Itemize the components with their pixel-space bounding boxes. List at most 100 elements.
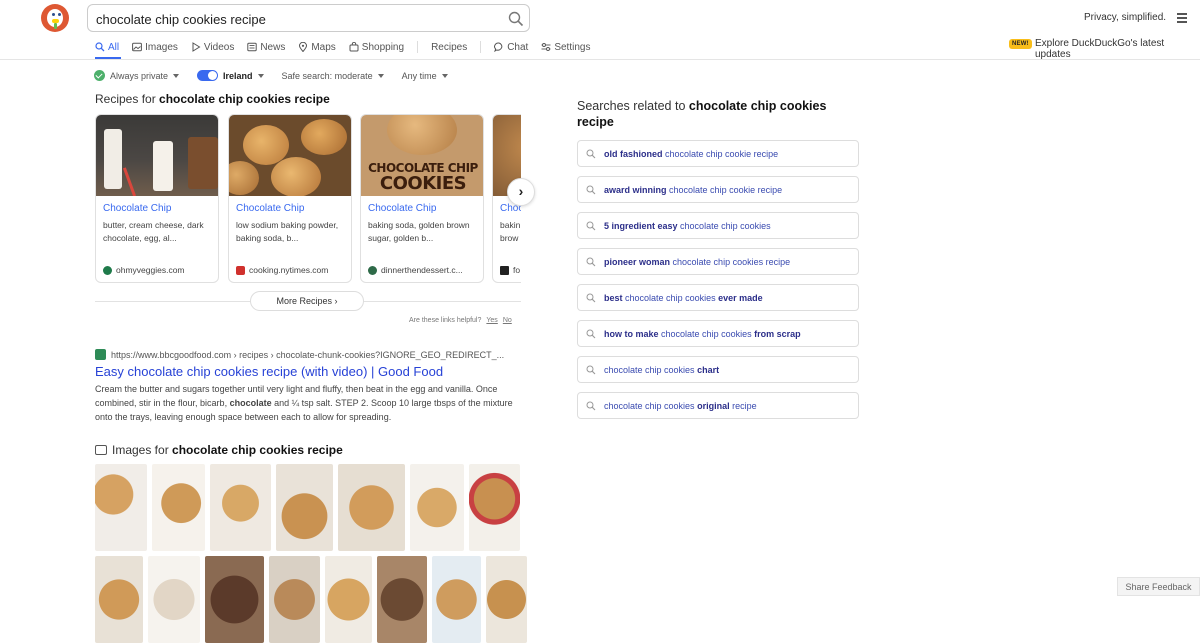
- search-icon: [586, 221, 596, 230]
- recipe-card[interactable]: CHOCOLATE CHIP COOKIES Chocolate Chip ba…: [360, 114, 484, 283]
- image-thumbnail[interactable]: [469, 464, 520, 551]
- site-favicon-icon: [236, 265, 245, 275]
- search-filters: Always private Ireland Safe search: mode…: [94, 70, 466, 81]
- search-icon: [95, 42, 105, 52]
- search-icon: [586, 365, 596, 374]
- image-thumbnail[interactable]: [269, 556, 320, 643]
- related-search-item[interactable]: 5 ingredient easy chocolate chip cookies: [577, 212, 859, 239]
- search-input[interactable]: [96, 9, 496, 29]
- recipes-carousel: Chocolate Chip butter, cream cheese, dar…: [95, 114, 521, 284]
- image-thumbnail[interactable]: [152, 464, 205, 551]
- related-search-item[interactable]: pioneer woman chocolate chip cookies rec…: [577, 248, 859, 275]
- image-thumbnail[interactable]: [338, 464, 405, 551]
- image-thumbnail[interactable]: [410, 464, 464, 551]
- tab-recipes[interactable]: Recipes: [431, 40, 467, 54]
- yes-link[interactable]: Yes: [486, 317, 497, 324]
- image-thumbnail[interactable]: [95, 556, 143, 643]
- image-grid-row: [95, 556, 532, 643]
- play-icon: [192, 42, 201, 52]
- tab-chat[interactable]: Chat: [494, 40, 528, 54]
- always-private-dropdown[interactable]: Always private: [94, 70, 180, 81]
- image-thumbnail[interactable]: [95, 464, 147, 551]
- newspaper-icon: [247, 42, 258, 52]
- shopping-bag-icon: [349, 42, 359, 52]
- tab-settings[interactable]: Settings: [541, 40, 590, 54]
- bbc-good-food-favicon-icon: [95, 349, 106, 360]
- settings-sliders-icon: [541, 43, 551, 51]
- tab-shopping[interactable]: Shopping: [349, 40, 404, 54]
- active-tab-indicator: [95, 57, 121, 59]
- image-thumbnail[interactable]: [148, 556, 200, 643]
- search-bar: [87, 4, 530, 32]
- menu-icon[interactable]: [1177, 13, 1187, 23]
- region-toggle[interactable]: [197, 70, 219, 81]
- search-icon[interactable]: [508, 11, 524, 27]
- related-search-item[interactable]: award winning chocolate chip cookie reci…: [577, 176, 859, 203]
- related-searches: Searches related to chocolate chip cooki…: [577, 98, 859, 428]
- search-tabs: All Images Videos News Maps Shopping Rec…: [95, 40, 603, 54]
- recipes-heading: Recipes for chocolate chip cookies recip…: [95, 92, 330, 106]
- chevron-down-icon: [173, 73, 180, 78]
- recipe-image: CHOCOLATE CHIP COOKIES: [361, 115, 483, 196]
- chat-icon: [494, 42, 503, 52]
- image-icon: [132, 42, 143, 52]
- no-link[interactable]: No: [503, 317, 512, 324]
- recipe-image: [96, 115, 218, 196]
- image-thumbnail[interactable]: [210, 464, 271, 551]
- tab-images[interactable]: Images: [132, 40, 178, 54]
- site-favicon-icon: [368, 265, 377, 275]
- recipe-card[interactable]: Chocolate Chip butter, cream cheese, dar…: [95, 114, 219, 283]
- image-thumbnail[interactable]: [377, 556, 427, 643]
- site-favicon-icon: [500, 265, 509, 275]
- related-search-item[interactable]: how to make chocolate chip cookies from …: [577, 320, 859, 347]
- image-thumbnail[interactable]: [486, 556, 527, 643]
- safe-search-dropdown[interactable]: Safe search: moderate: [282, 71, 384, 81]
- shield-check-icon: [94, 70, 105, 81]
- carousel-next-button[interactable]: ›: [507, 178, 535, 206]
- result-title[interactable]: Easy chocolate chip cookies recipe (with…: [95, 364, 525, 379]
- tab-maps[interactable]: Maps: [298, 40, 336, 54]
- related-heading: Searches related to chocolate chip cooki…: [577, 99, 827, 129]
- chevron-down-icon: [257, 73, 264, 78]
- region-dropdown[interactable]: Ireland: [197, 70, 264, 81]
- search-icon: [586, 149, 596, 158]
- privacy-link[interactable]: Privacy, simplified.: [1084, 12, 1166, 23]
- related-search-item[interactable]: old fashioned chocolate chip cookie reci…: [577, 140, 859, 167]
- recipe-image: [229, 115, 351, 196]
- map-pin-icon: [299, 42, 308, 52]
- related-search-item[interactable]: chocolate chip cookies original recipe: [577, 392, 859, 419]
- chevron-down-icon: [377, 73, 384, 78]
- tab-separator: [417, 41, 419, 53]
- result-url[interactable]: https://www.bbcgoodfood.com › recipes › …: [111, 350, 504, 360]
- image-thumbnail[interactable]: [276, 464, 333, 551]
- search-result: https://www.bbcgoodfood.com › recipes › …: [95, 349, 525, 424]
- image-thumbnail[interactable]: [432, 556, 481, 643]
- related-search-item[interactable]: chocolate chip cookies chart: [577, 356, 859, 383]
- image-grid-row: [95, 464, 525, 551]
- share-feedback-button[interactable]: Share Feedback: [1117, 577, 1200, 596]
- related-search-item[interactable]: best chocolate chip cookies ever made: [577, 284, 859, 311]
- images-heading[interactable]: Images for chocolate chip cookies recipe: [95, 443, 343, 457]
- feedback-prompt: Are these links helpful? Yes No: [409, 317, 512, 324]
- search-icon: [586, 185, 596, 194]
- duckduckgo-logo[interactable]: [41, 4, 69, 32]
- search-icon: [586, 401, 596, 410]
- search-icon: [586, 329, 596, 338]
- header: Privacy, simplified. All Images Videos N…: [0, 0, 1200, 60]
- tab-videos[interactable]: Videos: [191, 40, 234, 54]
- site-favicon-icon: [103, 265, 112, 275]
- recipe-card[interactable]: Chocolate Chip low sodium baking powder,…: [228, 114, 352, 283]
- image-thumbnail[interactable]: [325, 556, 372, 643]
- explore-updates-link[interactable]: Explore DuckDuckGo's latest updates: [1035, 38, 1200, 60]
- tab-separator: [480, 41, 482, 53]
- more-recipes-button[interactable]: More Recipes ›: [250, 291, 364, 311]
- tab-all[interactable]: All: [95, 40, 119, 54]
- image-thumbnail[interactable]: [205, 556, 264, 643]
- search-icon: [586, 293, 596, 302]
- chevron-down-icon: [441, 73, 448, 78]
- time-dropdown[interactable]: Any time: [402, 71, 448, 81]
- tab-news[interactable]: News: [247, 40, 285, 54]
- image-icon: [95, 445, 107, 455]
- search-icon: [586, 257, 596, 266]
- new-badge: NEW!: [1009, 39, 1032, 49]
